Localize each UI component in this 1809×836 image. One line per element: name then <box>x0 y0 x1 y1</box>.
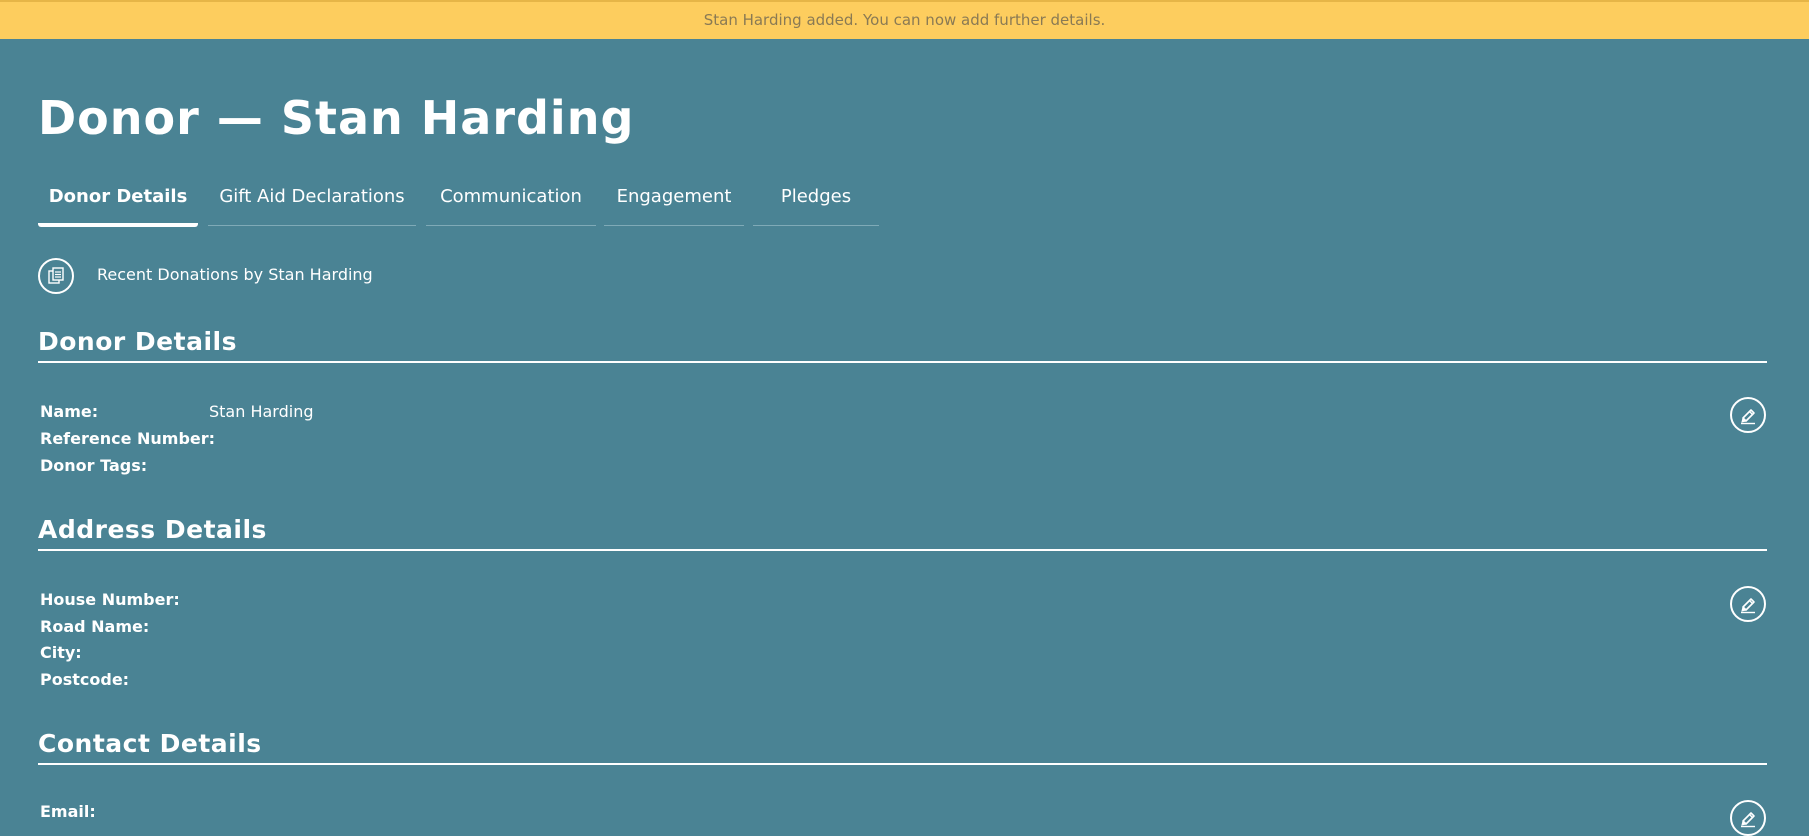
contact-details-heading: Contact Details <box>38 727 1767 765</box>
tab-donor-details[interactable]: Donor Details <box>38 175 198 227</box>
page-title: Donor — Stan Harding <box>38 91 635 145</box>
tab-gift-aid-declarations[interactable]: Gift Aid Declarations <box>208 175 416 226</box>
tab-bar: Donor Details Gift Aid Declarations Comm… <box>38 175 880 228</box>
tab-pledges[interactable]: Pledges <box>753 175 879 226</box>
edit-address-details-button[interactable] <box>1730 586 1766 622</box>
notification-message: Stan Harding added. You can now add furt… <box>703 11 1106 29</box>
donor-tags-label: Donor Tags: <box>40 456 148 475</box>
edit-pencil-icon <box>1730 586 1766 622</box>
donor-details-heading: Donor Details <box>38 325 1767 363</box>
edit-pencil-icon <box>1730 800 1766 836</box>
city-label: City: <box>40 643 82 662</box>
name-value: Stan Harding <box>209 402 314 421</box>
recent-donations-label: Recent Donations by Stan Harding <box>97 265 373 284</box>
documents-icon <box>38 258 74 294</box>
notification-banner: Stan Harding added. You can now add furt… <box>0 0 1809 39</box>
edit-pencil-icon <box>1730 397 1766 433</box>
house-number-label: House Number: <box>40 590 180 609</box>
postcode-label: Postcode: <box>40 670 130 689</box>
tab-communication[interactable]: Communication <box>426 175 596 226</box>
email-label: Email: <box>40 802 96 821</box>
tab-engagement[interactable]: Engagement <box>604 175 744 226</box>
recent-donations-link[interactable]: Recent Donations by Stan Harding <box>38 256 438 296</box>
edit-contact-details-button[interactable] <box>1730 800 1766 836</box>
road-name-label: Road Name: <box>40 617 150 636</box>
reference-number-label: Reference Number: <box>40 429 216 448</box>
edit-donor-details-button[interactable] <box>1730 397 1766 433</box>
name-label: Name: <box>40 402 99 421</box>
address-details-heading: Address Details <box>38 513 1767 551</box>
